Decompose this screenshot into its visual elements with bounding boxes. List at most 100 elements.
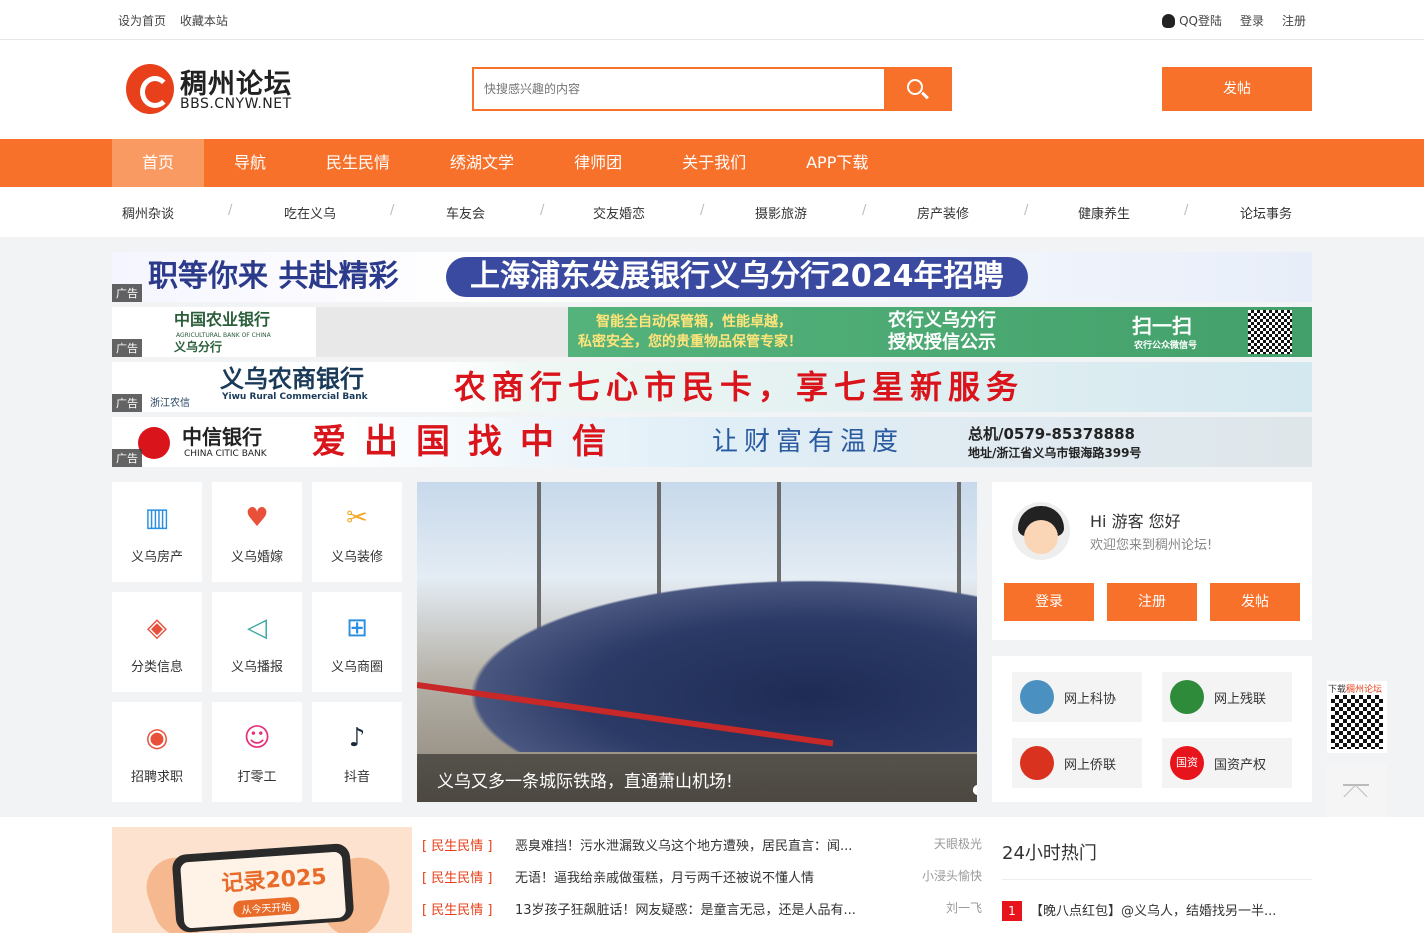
- news-author[interactable]: 天眼极光: [934, 835, 982, 852]
- quick-link-6[interactable]: ⊞ 义乌商圈: [312, 592, 402, 692]
- ad2-scan-sub: 农行公众微信号: [1134, 341, 1198, 351]
- slider-caption-bar: 义乌又多一条城际铁路，直通萧山机场!: [417, 754, 977, 802]
- slider-dot[interactable]: [973, 785, 977, 795]
- kexie-icon: [1020, 680, 1054, 714]
- quick-link-4[interactable]: ◈ 分类信息: [112, 592, 202, 692]
- quick-link-2[interactable]: ♥ 义乌婚嫁: [212, 482, 302, 582]
- quick-link-label: 招聘求职: [130, 770, 183, 785]
- nav-item[interactable]: 关于我们: [652, 139, 776, 187]
- site-logo[interactable]: 稠州论坛 BBS.CNYW.NET: [126, 62, 306, 116]
- quick-link-1[interactable]: ▥ 义乌房产: [112, 482, 202, 582]
- news-category[interactable]: [ 民生民情 ]: [422, 899, 492, 918]
- quick-link-label: 义乌播报: [230, 660, 283, 675]
- nav-item[interactable]: 绣湖文学: [420, 139, 544, 187]
- ad2-qr-code: [1248, 310, 1292, 354]
- service-link-1[interactable]: 网上科协: [1012, 672, 1142, 722]
- quick-link-7[interactable]: ◉ 招聘求职: [112, 702, 202, 802]
- news-list: [ 民生民情 ] 恶臭难挡！污水泄漏致义乌这个地方遭殃，居民直言：闻... 天眼极光…: [422, 827, 984, 923]
- ad-tag: 广告: [112, 339, 142, 357]
- ad1-right-text: 上海浦东发展银行义乌分行2024年招聘: [446, 257, 1028, 297]
- subnav-item[interactable]: 车友会: [446, 203, 485, 222]
- search-input[interactable]: [474, 69, 886, 109]
- tools-icon: ✂: [346, 503, 368, 533]
- nav-item[interactable]: 律师团: [544, 139, 652, 187]
- ad-banner-yiwu-rcb[interactable]: 义乌农商银行 Yiwu Rural Commercial Bank 浙江农信 农…: [112, 362, 1312, 412]
- bookmark-link[interactable]: 收藏本站: [180, 14, 228, 28]
- quick-link-5[interactable]: ◁ 义乌播报: [212, 592, 302, 692]
- subnav-separator: /: [1024, 203, 1029, 218]
- nav-item[interactable]: 导航: [204, 139, 296, 187]
- subnav-item[interactable]: 吃在义乌: [284, 203, 336, 222]
- subnav-item[interactable]: 稠州杂谈: [122, 203, 174, 222]
- ad4-phone: 总机/0579-85378888: [968, 425, 1135, 443]
- service-link-label: 网上侨联: [1064, 758, 1117, 773]
- service-link-2[interactable]: 网上残联: [1162, 672, 1292, 722]
- ad-banner-citic[interactable]: 中信银行 CHINA CITIC BANK 爱出国找中信 让财富有温度 总机/0…: [112, 417, 1312, 467]
- service-link-4[interactable]: 国资 国资产权: [1162, 738, 1292, 788]
- post-button[interactable]: 发帖: [1162, 67, 1312, 111]
- ad2-slogan2: 私密安全，您的贵重物品保管专家！: [578, 334, 802, 350]
- ad2-notice2: 授权授信公示: [888, 332, 996, 353]
- subnav-separator: /: [228, 203, 233, 218]
- subnav-item[interactable]: 房产装修: [917, 203, 969, 222]
- panel-post-button[interactable]: 发帖: [1210, 583, 1300, 621]
- news-row: [ 民生民情 ] 恶臭难挡！污水泄漏致义乌这个地方遭殃，居民直言：闻... 天眼极光: [422, 827, 984, 859]
- set-home-link[interactable]: 设为首页: [118, 14, 166, 28]
- citic-logo-icon: [138, 427, 170, 459]
- layers-icon: ◈: [147, 613, 167, 643]
- login-link[interactable]: 登录: [1240, 12, 1264, 29]
- ad-banner-spdb[interactable]: 职等你来 共赴精彩 上海浦东发展银行义乌分行2024年招聘 广告: [112, 252, 1312, 302]
- panel-login-button[interactable]: 登录: [1004, 583, 1094, 621]
- user-greeting: Hi 游客 您好: [1090, 512, 1181, 531]
- quick-link-label: 义乌装修: [330, 550, 383, 565]
- news-title[interactable]: 无语！逼我给亲戚做蛋糕，月亏两千还被说不懂人情: [515, 867, 885, 886]
- subnav-item[interactable]: 交友婚恋: [593, 203, 645, 222]
- panel-register-button[interactable]: 注册: [1107, 583, 1197, 621]
- ad4-slogan2: 让财富有温度: [712, 427, 905, 457]
- qq-login-label: QQ登陆: [1179, 14, 1222, 28]
- search-button[interactable]: [884, 69, 950, 109]
- main-nav: 首页 导航 民生民情 绣湖文学 律师团 关于我们 APP下载: [0, 139, 1424, 187]
- news-title[interactable]: 13岁孩子狂飙脏话！网友疑惑：是童言无忌，还是人品有...: [515, 899, 885, 918]
- guozi-icon: 国资: [1170, 746, 1204, 780]
- news-author[interactable]: 小浸头愉快: [922, 867, 982, 884]
- register-link[interactable]: 注册: [1282, 12, 1306, 29]
- nav-item[interactable]: APP下载: [776, 139, 898, 187]
- quick-link-9[interactable]: ♪ 抖音: [312, 702, 402, 802]
- app-qr-panel[interactable]: 下载稠州论坛: [1327, 681, 1387, 753]
- subnav-separator: /: [700, 203, 705, 218]
- subnav-separator: /: [390, 203, 395, 218]
- promo-banner[interactable]: 记录2025 从今天开始: [112, 827, 412, 933]
- subnav-item[interactable]: 摄影旅游: [755, 203, 807, 222]
- news-row: [ 民生民情 ] 无语！逼我给亲戚做蛋糕，月亏两千还被说不懂人情 小浸头愉快: [422, 859, 984, 891]
- qq-icon: [1162, 13, 1176, 28]
- back-to-top-button[interactable]: [1327, 764, 1387, 820]
- ad2-notice1: 农行义乌分行: [888, 310, 996, 331]
- qr-code: [1331, 695, 1383, 749]
- subnav-item[interactable]: 论坛事务: [1240, 203, 1292, 222]
- news-category[interactable]: [ 民生民情 ]: [422, 835, 492, 854]
- news-author[interactable]: 刘一飞: [946, 899, 982, 916]
- bottom-section: 记录2025 从今天开始 [ 民生民情 ] 恶臭难挡！污水泄漏致义乌这个地方遭殃，…: [0, 817, 1424, 933]
- service-link-3[interactable]: 网上侨联: [1012, 738, 1142, 788]
- quick-link-label: 分类信息: [130, 660, 183, 675]
- shop-icon: ⊞: [346, 613, 368, 643]
- service-link-label: 国资产权: [1214, 758, 1267, 773]
- subnav-item[interactable]: 健康养生: [1078, 203, 1130, 222]
- quick-link-3[interactable]: ✂ 义乌装修: [312, 482, 402, 582]
- news-title[interactable]: 恶臭难挡！污水泄漏致义乌这个地方遭殃，居民直言：闻...: [515, 835, 885, 854]
- promo-button: 从今天开始: [232, 896, 300, 919]
- nav-item[interactable]: 首页: [112, 139, 205, 187]
- slider-caption[interactable]: 义乌又多一条城际铁路，直通萧山机场!: [437, 767, 733, 792]
- service-link-label: 网上残联: [1214, 692, 1267, 707]
- news-row: [ 民生民情 ] 13岁孩子狂飙脏话！网友疑惑：是童言无忌，还是人品有... 刘一飞: [422, 891, 984, 923]
- hot-item[interactable]: 1 【晚八点红包】@义乌人，结婚找另一半...: [1002, 900, 1312, 921]
- news-category[interactable]: [ 民生民情 ]: [422, 867, 492, 886]
- top-bar-left: 设为首页 收藏本站: [118, 12, 238, 29]
- nav-item[interactable]: 民生民情: [296, 139, 420, 187]
- quick-link-8[interactable]: ☺ 打零工: [212, 702, 302, 802]
- ad-banner-abc[interactable]: 中国农业银行 AGRICULTURAL BANK OF CHINA 义乌分行 智…: [112, 307, 1312, 357]
- qq-login-link[interactable]: QQ登陆: [1162, 12, 1222, 29]
- news-slider[interactable]: 义乌又多一条城际铁路，直通萧山机场!: [417, 482, 977, 802]
- hot-title: 【晚八点红包】@义乌人，结婚找另一半...: [1030, 904, 1277, 919]
